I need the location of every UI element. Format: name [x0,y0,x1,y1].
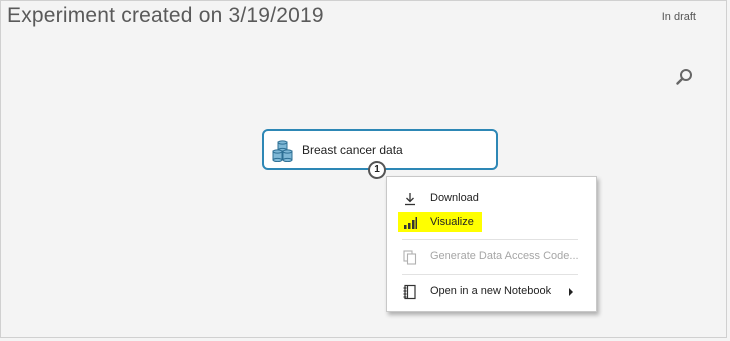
menu-separator [402,274,578,275]
copy-code-icon [403,250,417,265]
notebook-icon [403,284,416,300]
module-label: Breast cancer data [302,143,403,157]
menu-item-label: Visualize [430,216,474,228]
download-icon [405,193,415,206]
draft-status: In draft [661,11,696,23]
menu-item-download[interactable]: Download [387,188,596,210]
menu-separator [402,239,578,240]
dataset-icon [272,140,293,162]
menu-item-label: Generate Data Access Code... [430,250,579,262]
menu-item-label: Open in a new Notebook [430,285,552,297]
bar-chart-icon [404,217,417,229]
menu-item-generate-code: Generate Data Access Code... [387,246,596,268]
menu-item-label: Download [430,192,479,204]
chevron-right-icon [569,288,573,296]
experiment-title: Experiment created on 3/19/2019 [7,4,324,27]
context-menu: Download Visualize Generate Data Access … [386,176,597,312]
search-icon[interactable] [676,68,694,86]
menu-item-open-notebook[interactable]: Open in a new Notebook [387,281,596,303]
output-port[interactable]: 1 [368,161,386,179]
menu-item-visualize[interactable]: Visualize [387,212,596,234]
